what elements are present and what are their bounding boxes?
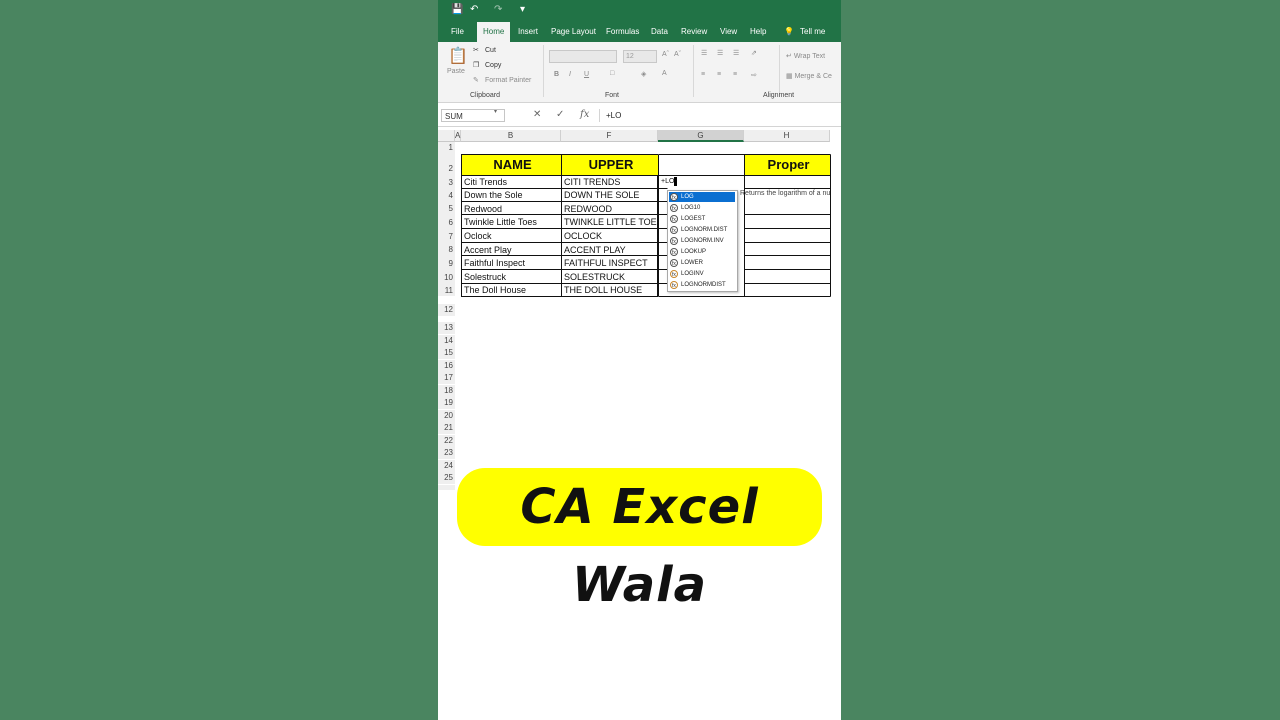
text-cursor [674, 176, 678, 186]
autocomplete-item[interactable]: fx LOGEST [669, 214, 735, 224]
function-icon: fx [670, 204, 678, 212]
cell-upper[interactable]: DOWN THE SOLE [562, 189, 658, 201]
function-icon: fx [670, 259, 678, 267]
function-icon: fx [670, 237, 678, 245]
cell-name[interactable]: The Doll House [462, 284, 561, 296]
autocomplete-item[interactable]: fx LOWER [669, 258, 735, 268]
watermark-text: CA Excel Wala [520, 479, 759, 613]
cell-name[interactable]: Solestruck [462, 270, 561, 283]
cell-upper[interactable]: CITI TRENDS [562, 176, 658, 188]
cell-upper[interactable]: REDWOOD [562, 202, 658, 214]
cell-upper[interactable]: TWINKLE LITTLE TOES [562, 215, 658, 228]
header-upper[interactable]: UPPER [562, 155, 658, 175]
cell-name[interactable]: Faithful Inspect [462, 256, 561, 269]
compat-function-icon: fx [670, 270, 678, 278]
compat-function-icon: fx [670, 281, 678, 289]
header-proper[interactable]: Proper [745, 155, 830, 175]
autocomplete-item[interactable]: fx LOGNORM.INV [669, 236, 735, 246]
cell-name[interactable]: Accent Play [462, 243, 561, 255]
autocomplete-item[interactable]: fx LOOKUP [669, 247, 735, 257]
autocomplete-item[interactable]: fx LOG10 [669, 203, 735, 213]
cell-upper[interactable]: THE DOLL HOUSE [562, 284, 658, 296]
cell-name[interactable]: Citi Trends [462, 176, 561, 188]
autocomplete-item[interactable]: fx LOGNORMDIST [669, 280, 735, 290]
cell-name[interactable]: Redwood [462, 202, 561, 214]
function-icon: fx [670, 193, 678, 201]
cell-upper[interactable]: OCLOCK [562, 229, 658, 242]
autocomplete-item[interactable]: fx LOGNORM.DIST [669, 225, 735, 235]
function-icon: fx [670, 248, 678, 256]
watermark-logo: CA Excel Wala [457, 468, 822, 613]
cell-name[interactable]: Down the Sole [462, 189, 561, 201]
function-icon: fx [670, 215, 678, 223]
excel-window: 💾 ↶ ↷ ▾ File Home Insert Page Layout For… [438, 0, 841, 720]
active-cell-text: +LO [661, 178, 675, 185]
header-name[interactable]: NAME [462, 155, 561, 175]
function-icon: fx [670, 226, 678, 234]
autocomplete-item[interactable]: fx LOG [669, 192, 735, 202]
cell-upper[interactable]: ACCENT PLAY [562, 243, 658, 255]
cell-name[interactable]: Twinkle Little Toes [462, 215, 561, 228]
function-autocomplete: fx LOG fx LOG10 fx LOGEST fx LOGNORM.DIST fx… [667, 190, 738, 292]
active-cell-editor[interactable]: +LO [659, 176, 681, 188]
cell-name[interactable]: Oclock [462, 229, 561, 242]
autocomplete-item[interactable]: fx LOGINV [669, 269, 735, 279]
cell-upper[interactable]: FAITHFUL INSPECT [562, 256, 658, 269]
cell-upper[interactable]: SOLESTRUCK [562, 270, 658, 283]
function-tooltip: Returns the logarithm of a nu [740, 190, 831, 197]
